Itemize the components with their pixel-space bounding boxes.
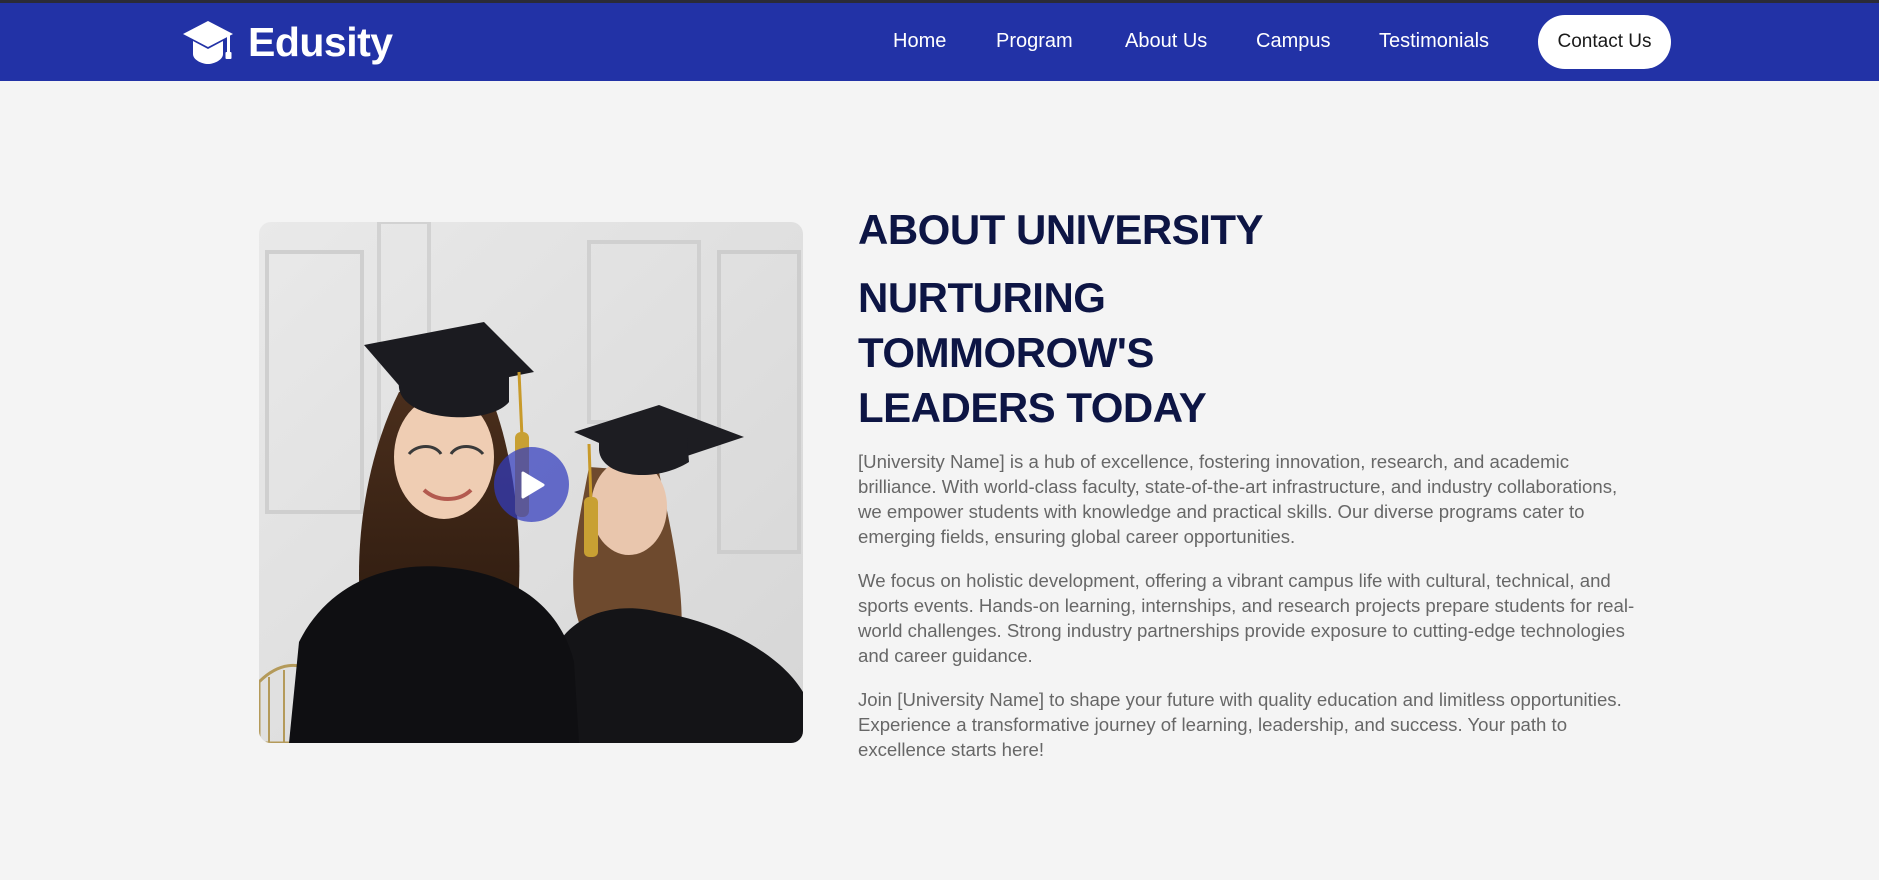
headline-line: TOMMOROW'S [858, 329, 1154, 376]
headline-line: NURTURING [858, 274, 1106, 321]
about-paragraph-2: We focus on holistic development, offeri… [858, 570, 1635, 666]
play-video-button[interactable] [494, 447, 569, 522]
about-paragraph-3: Join [University Name] to shape your fut… [858, 689, 1622, 760]
play-icon [521, 471, 544, 498]
about-paragraph-1: [University Name] is a hub of excellence… [858, 451, 1618, 547]
navbar: Edusity Home Program About Us Campus Tes… [0, 3, 1879, 81]
about-title: ABOUT UNIVERSITY [858, 206, 1264, 253]
contact-us-button[interactable]: Contact Us [1538, 15, 1671, 69]
nav-link-about-us[interactable]: About Us [1125, 30, 1207, 53]
nav-link-program[interactable]: Program [996, 30, 1073, 53]
headline-line: LEADERS TODAY [858, 384, 1207, 431]
nav-links: Home Program About Us Campus Testimonial… [0, 3, 1879, 81]
nav-link-campus[interactable]: Campus [1256, 30, 1330, 53]
nav-link-testimonials[interactable]: Testimonials [1379, 30, 1489, 53]
nav-link-home[interactable]: Home [893, 30, 946, 53]
